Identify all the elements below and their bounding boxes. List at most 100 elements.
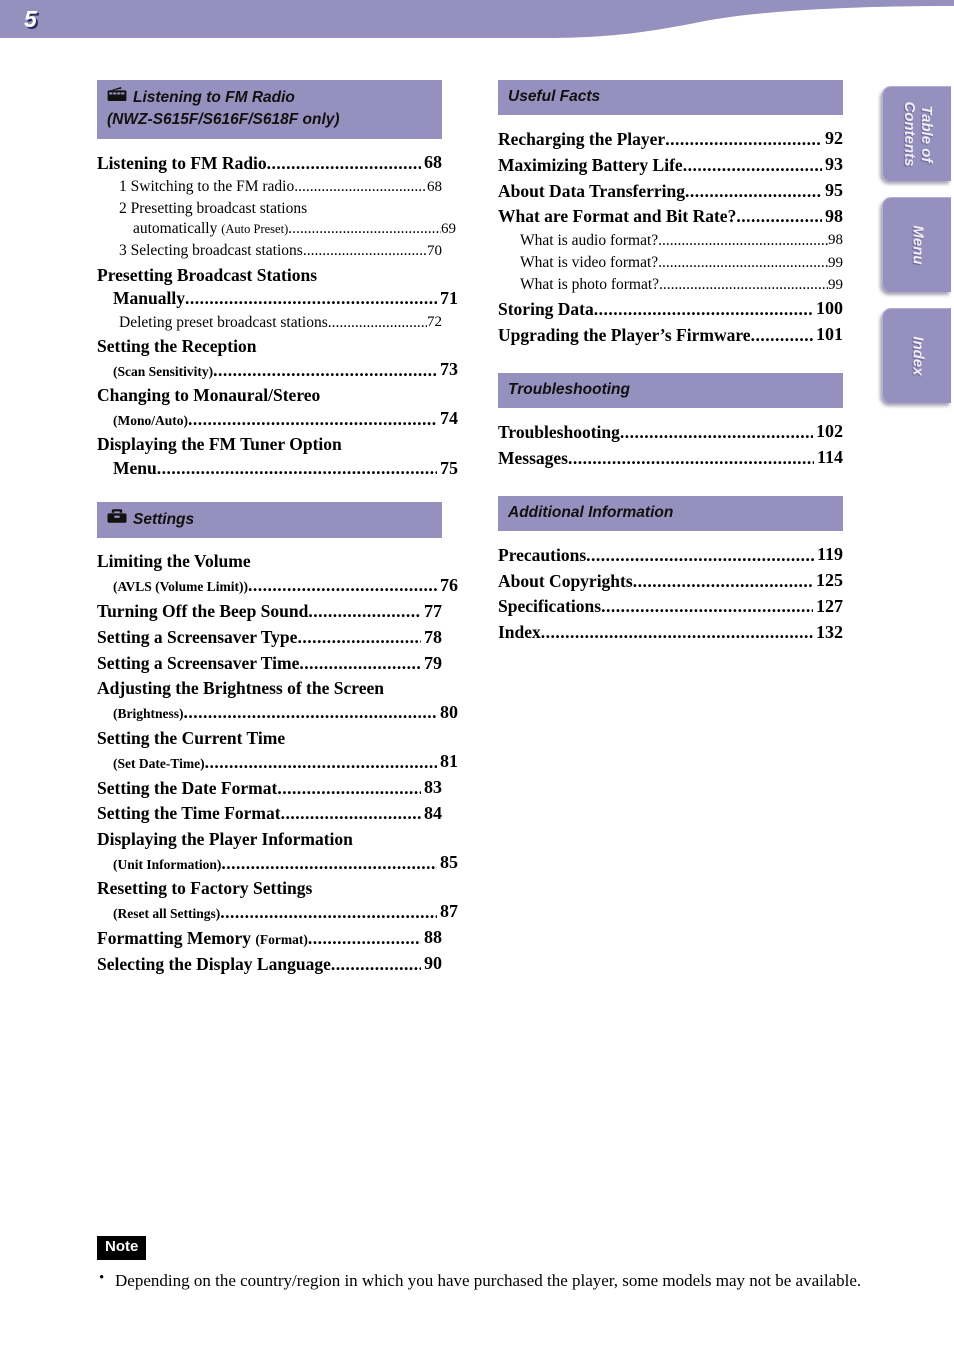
toc-entry[interactable]: About Copyrights .......................… (498, 569, 843, 593)
toc-entry-title: Turning Off the Beep Sound (97, 601, 309, 622)
toc-entry-line: Resetting to Factory Settings (97, 877, 442, 900)
toc-entry-title: Precautions (498, 544, 587, 565)
toc-page-number: 74 (440, 408, 458, 429)
toc-entry-title: Maximizing Battery Life (498, 154, 683, 175)
toc-entry[interactable]: Precautions ............................… (498, 543, 843, 567)
toc-page-number: 99 (828, 276, 843, 293)
toc-entry[interactable]: Setting the Current Time (Set Date-Time) … (97, 727, 458, 774)
toc-entry[interactable]: Index ..................................… (498, 621, 843, 645)
toc-entry[interactable]: Deleting preset broadcast stations .....… (97, 313, 442, 333)
toc-entry-line: Precautions ............................… (498, 543, 843, 567)
toc-section: Settings Limiting the Volume (AVLS (Volume… (97, 502, 458, 976)
toc-entry[interactable]: What is photo format? ..................… (498, 275, 843, 295)
toc-entry[interactable]: Changing to Monaural/Stereo (Mono/Auto) .… (97, 384, 458, 431)
toc-entry[interactable]: Adjusting the Brightness of the Screen (B… (97, 677, 458, 724)
toc-entry[interactable]: Messages ...............................… (498, 446, 843, 470)
toc-leader-dots: ........................................… (188, 408, 437, 429)
toc-leader-dots: ........................................… (619, 421, 813, 442)
toc-entry-title: Messages (498, 447, 568, 468)
toc-entry[interactable]: Selecting the Display Language .........… (97, 952, 442, 976)
toc-entry-subtitle: (Format) (255, 931, 308, 947)
toc-page-number: 88 (424, 927, 442, 948)
radio-icon (107, 86, 127, 109)
toc-entry[interactable]: Setting the Reception (Scan Sensitivity) … (97, 335, 458, 382)
toc-entry[interactable]: Recharging the Player ..................… (498, 127, 843, 151)
toc-entry-title: Deleting preset broadcast stations (119, 313, 328, 331)
toc-entry[interactable]: Setting a Screensaver Time .............… (97, 652, 442, 676)
toc-entry[interactable]: What are Format and Bit Rate? ..........… (498, 205, 843, 229)
toc-leader-dots: ........................................… (659, 276, 828, 294)
toc-entry-title: About Data Transferring (498, 180, 685, 201)
toc-entry-title: What is photo format? (520, 276, 660, 294)
toc-section: Troubleshooting Troubleshooting .........… (498, 373, 843, 470)
toc-leader-dots: ........................................… (658, 253, 828, 271)
toc-leader-dots: ........................................… (302, 242, 427, 260)
toc-entry-title: Selecting the Display Language (97, 953, 331, 974)
toc-leader-dots: ........................................… (308, 601, 421, 622)
side-tab-index[interactable]: Index (882, 308, 951, 403)
toc-leader-dots: ........................................… (294, 177, 427, 195)
toc-entry[interactable]: Limiting the Volume (AVLS (Volume Limit))… (97, 550, 458, 597)
toc-entry-line: Limiting the Volume (97, 550, 442, 573)
toc-section-header-line1: Listening to FM Radio (107, 86, 432, 109)
toc-entry-line: (Reset all Settings) ...................… (97, 900, 458, 924)
note-item: Depending on the country/region in which… (97, 1267, 887, 1292)
toc-leader-dots: ........................................… (307, 927, 421, 948)
toc-section: Listening to FM Radio (NWZ-S615F/S616F/S6… (97, 80, 458, 480)
toc-entry[interactable]: 3 Selecting broadcast stations .........… (97, 241, 442, 261)
toc-entry-line: What is photo format? ..................… (520, 275, 843, 295)
toc-entry[interactable]: Resetting to Factory Settings (Reset all … (97, 877, 458, 924)
toc-entry-line: 2 Presetting broadcast stations (119, 199, 442, 219)
toc-page-number: 71 (440, 287, 458, 308)
toc-entry[interactable]: Storing Data ...........................… (498, 297, 843, 321)
toc-entry[interactable]: Formatting Memory (Format) .............… (97, 926, 442, 950)
toc-entry[interactable]: Turning Off the Beep Sound .............… (97, 600, 442, 624)
toc-page-number: 69 (441, 220, 456, 237)
toc-entry[interactable]: Listening to FM Radio ..................… (97, 151, 442, 175)
toc-entry[interactable]: Specifications .........................… (498, 595, 843, 619)
toc-entry[interactable]: What is video format? ..................… (498, 253, 843, 273)
toc-entry[interactable]: Setting the Time Format ................… (97, 802, 442, 826)
toc-section-title: Troubleshooting (508, 381, 630, 399)
toc-entry-title: Setting the Date Format (97, 777, 278, 798)
toc-leader-dots: ........................................… (213, 359, 437, 380)
toc-section-title: Additional Information (508, 503, 674, 521)
toc-entry-line: Deleting preset broadcast stations .....… (119, 313, 442, 333)
toc-entry[interactable]: Upgrading the Player’s Firmware ........… (498, 323, 843, 347)
toc-entry[interactable]: Maximizing Battery Life ................… (498, 153, 843, 177)
toc-entry-line: Upgrading the Player’s Firmware ........… (498, 323, 843, 347)
toc-entry-title: Displaying the Player Information (97, 828, 353, 849)
toc-leader-dots: ........................................… (288, 220, 441, 238)
toc-entry-title: Limiting the Volume (97, 551, 251, 572)
side-tab-menu[interactable]: Menu (882, 197, 951, 292)
toc-page-number: 73 (440, 359, 458, 380)
note-block: Note Depending on the country/region in … (97, 1236, 887, 1292)
toc-entry[interactable]: Setting a Screensaver Type .............… (97, 626, 442, 650)
toc-entry[interactable]: 2 Presetting broadcast stations automatic… (97, 199, 456, 239)
toc-entry-subtitle: (AVLS (Volume Limit)) (113, 579, 249, 595)
toc-page-number: 132 (816, 621, 843, 642)
toc-leader-dots: ........................................… (204, 751, 437, 772)
toc-entry[interactable]: Troubleshooting ........................… (498, 420, 843, 444)
toc-entry[interactable]: Displaying the Player Information (Unit I… (97, 828, 458, 875)
toc-entry-line: Changing to Monaural/Stereo (97, 384, 442, 407)
toc-entry-title: Troubleshooting (498, 421, 620, 442)
toc-entry[interactable]: What is audio format? ..................… (498, 231, 843, 251)
toc-page-number: 99 (828, 254, 843, 271)
toc-entry-line: (Unit Information) .....................… (97, 851, 458, 875)
toc-leader-dots: ........................................… (183, 702, 438, 723)
toc-leader-dots: ........................................… (280, 803, 421, 824)
toc-entry-line: (AVLS (Volume Limit)) ..................… (97, 574, 458, 598)
toc-entry-title: Storing Data (498, 298, 594, 319)
toc-entry[interactable]: Setting the Date Format ................… (97, 776, 442, 800)
toc-entry-line: Manually ...............................… (97, 287, 458, 311)
toc-section-title: Listening to FM Radio (133, 88, 295, 106)
toc-page-number: 80 (440, 701, 458, 722)
toc-entry[interactable]: 1 Switching to the FM radio ............… (97, 177, 442, 197)
toc-entry[interactable]: Presetting Broadcast Stations Manually ..… (97, 264, 458, 311)
toc-entry[interactable]: Displaying the FM Tuner Option Menu .....… (97, 433, 458, 480)
side-tab-table-of-contents[interactable]: Table of Contents (882, 86, 951, 181)
toc-entry[interactable]: About Data Transferring ................… (498, 179, 843, 203)
toc-entry-line: Maximizing Battery Life ................… (498, 153, 843, 177)
toc-entry-title: Setting a Screensaver Type (97, 627, 298, 648)
